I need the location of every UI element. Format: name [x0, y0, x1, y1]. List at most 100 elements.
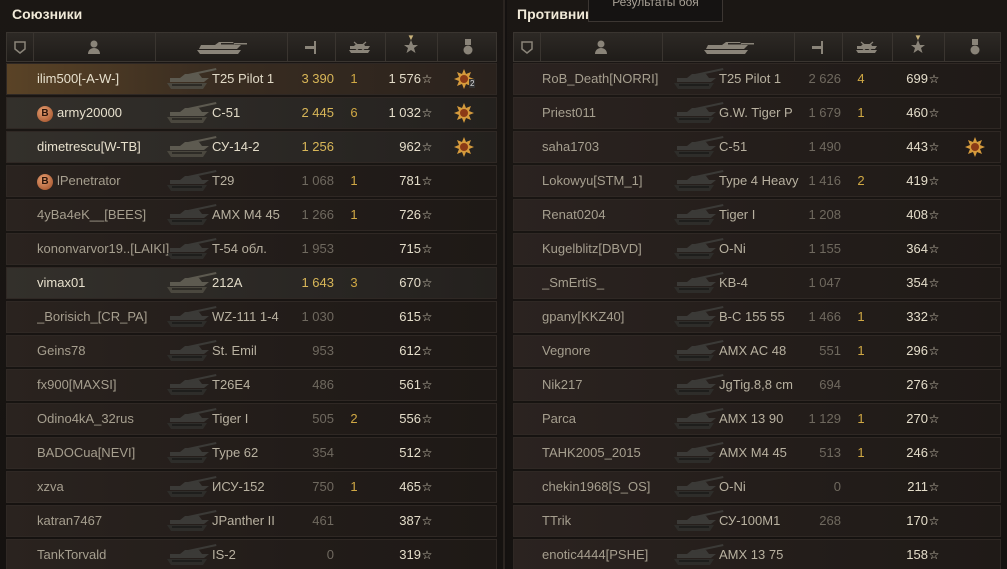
player-row[interactable]: Priest011 G.W. Tiger P 1 679 1 460 ☆: [513, 97, 1001, 129]
xp-value: 460: [906, 105, 928, 120]
column-header-tank[interactable]: [157, 33, 288, 61]
player-name: saha1703: [542, 132, 677, 162]
xp-value: 512: [399, 445, 421, 460]
xp-star-icon: ☆: [421, 276, 433, 290]
player-row[interactable]: katran7467 JPanther II 461 387 ☆: [6, 505, 497, 537]
xp-star-icon: ☆: [421, 514, 433, 528]
tank-name: St. Emil: [212, 343, 257, 358]
tank-name: JPanther II: [212, 513, 275, 528]
tank-name: G.W. Tiger P: [719, 105, 793, 120]
allies-header: ▼: [6, 32, 497, 62]
medal-icon: [970, 39, 979, 55]
player-row[interactable]: saha1703 C-51 1 490 443 ☆: [513, 131, 1001, 163]
player-name-text: Renat0204: [542, 207, 606, 222]
player-name-text: Odino4kA_32rus: [37, 411, 134, 426]
tank-name: AMX 13 75: [719, 547, 784, 562]
player-row[interactable]: TankTorvald IS-2 0 319 ☆: [6, 539, 497, 569]
xp-star-icon: ☆: [421, 174, 433, 188]
column-header-squad[interactable]: [514, 33, 541, 61]
player-row[interactable]: gpany[KKZ40] B-C 155 55 1 466 1 332 ☆: [513, 301, 1001, 333]
player-row[interactable]: Parca AMX 13 90 1 129 1 270 ☆: [513, 403, 1001, 435]
kills-value: [849, 472, 873, 502]
player-name-text: fx900[MAXSI]: [37, 377, 117, 392]
medal-icon[interactable]: [453, 102, 475, 124]
kills-value: [849, 200, 873, 230]
medal-icon[interactable]: [453, 136, 475, 158]
column-header-xp-star[interactable]: ▼: [385, 33, 438, 61]
xp-star-icon: ☆: [928, 310, 940, 324]
player-row[interactable]: TTrik СУ-100М1 268 170 ☆: [513, 505, 1001, 537]
column-header-squad[interactable]: [7, 33, 34, 61]
player-row[interactable]: Vegnore AMX AC 48 551 1 296 ☆: [513, 335, 1001, 367]
kills-value: 1: [350, 207, 358, 222]
player-row[interactable]: _SmErtiS_ KB-4 1 047 354 ☆: [513, 267, 1001, 299]
player-name: Priest011: [542, 98, 677, 128]
column-header-tank[interactable]: [664, 33, 795, 61]
damage-value: 1 490: [808, 139, 841, 154]
player-row[interactable]: ilim500[-A-W-] T25 Pilot 1 3 390 1 1 576 ☆ 2: [6, 63, 497, 95]
player-row[interactable]: RoB_Death[NORRI] T25 Pilot 1 2 626 4 699 ☆: [513, 63, 1001, 95]
player-row[interactable]: chekin1968[S_OS] O-Ni 0 211 ☆: [513, 471, 1001, 503]
player-name-text: Parca: [542, 411, 576, 426]
platoon-badge-icon: B: [37, 173, 53, 190]
player-row[interactable]: BADOCua[NEVI] Type 62 354 512 ☆: [6, 437, 497, 469]
kills-value: 3: [350, 275, 358, 290]
tank-name: JgTig.8,8 cm: [719, 377, 793, 392]
player-row[interactable]: _Borisich_[CR_PA] WZ-111 1-4 1 030 615 ☆: [6, 301, 497, 333]
player-row[interactable]: Barmy20000 C-51 2 445 6 1 032 ☆: [6, 97, 497, 129]
player-name-text: enotic4444[PSHE]: [542, 547, 649, 562]
column-header-damage[interactable]: [794, 33, 843, 61]
player-row[interactable]: Geins78 St. Emil 953 612 ☆: [6, 335, 497, 367]
player-name: TAHK2005_2015: [542, 438, 677, 468]
xp-value: 296: [906, 343, 928, 358]
player-row[interactable]: dimetrescu[W-TB] СУ-14-2 1 256 962 ☆: [6, 131, 497, 163]
player-row[interactable]: xzva ИСУ-152 750 1 465 ☆: [6, 471, 497, 503]
column-header-damage[interactable]: [287, 33, 336, 61]
player-name: _SmErtiS_: [542, 268, 677, 298]
kills-value: 1: [857, 445, 865, 460]
column-header-kills[interactable]: [335, 33, 386, 61]
xp-star-icon: ☆: [928, 378, 940, 392]
xp-star-icon: ☆: [421, 548, 433, 562]
xp-value: 670: [399, 275, 421, 290]
player-name: fx900[MAXSI]: [37, 370, 172, 400]
column-header-xp-star[interactable]: ▼: [892, 33, 945, 61]
player-row[interactable]: enotic4444[PSHE] AMX 13 75 158 ☆: [513, 539, 1001, 569]
kills-value: 1: [857, 411, 865, 426]
player-row[interactable]: TAHK2005_2015 AMX M4 45 513 1 246 ☆: [513, 437, 1001, 469]
sort-indicator-icon: ▼: [914, 33, 922, 42]
xp-star-icon: ☆: [421, 208, 433, 222]
tank-name: IS-2: [212, 547, 236, 562]
player-name-text: katran7467: [37, 513, 103, 528]
player-row[interactable]: kononvarvor19..[LAIKI] T-54 обл. 1 953 715…: [6, 233, 497, 265]
kills-value: 4: [857, 71, 865, 86]
column-header-player[interactable]: [540, 33, 663, 61]
player-row[interactable]: vimax01 212A 1 643 3 670 ☆: [6, 267, 497, 299]
column-header-medal[interactable]: [944, 33, 1005, 61]
platoon-badge-icon: B: [37, 105, 53, 122]
player-row[interactable]: BlPenetrator T29 1 068 1 781 ☆: [6, 165, 497, 197]
column-header-kills[interactable]: [842, 33, 893, 61]
player-row[interactable]: Renat0204 Tiger I 1 208 408 ☆: [513, 199, 1001, 231]
damage-value: 1 068: [301, 173, 334, 188]
medal-icon[interactable]: [964, 136, 986, 158]
kills-value: 2: [857, 173, 865, 188]
player-row[interactable]: Lokowyu[STM_1] Type 4 Heavy 1 416 2 419 ☆: [513, 165, 1001, 197]
damage-value: 1 679: [808, 105, 841, 120]
player-row[interactable]: Nik217 JgTig.8,8 cm 694 276 ☆: [513, 369, 1001, 401]
player-row[interactable]: 4yBa4eK__[BEES] AMX M4 45 1 266 1 726 ☆: [6, 199, 497, 231]
tank-name: AMX AC 48: [719, 343, 787, 358]
player-row[interactable]: fx900[MAXSI] T26E4 486 561 ☆: [6, 369, 497, 401]
player-row[interactable]: Odino4kA_32rus Tiger I 505 2 556 ☆: [6, 403, 497, 435]
tank-name: KB-4: [719, 275, 748, 290]
xp-star-icon: ☆: [421, 106, 433, 120]
player-name-text: Vegnore: [542, 343, 591, 358]
column-header-player[interactable]: [33, 33, 156, 61]
column-header-medal[interactable]: [437, 33, 498, 61]
xp-value: 276: [906, 377, 928, 392]
player-name: xzva: [37, 472, 172, 502]
player-name: Odino4kA_32rus: [37, 404, 172, 434]
player-row[interactable]: Kugelblitz[DBVD] O-Ni 1 155 364 ☆: [513, 233, 1001, 265]
kills-value: [342, 438, 366, 468]
damage-icon: [305, 41, 316, 54]
